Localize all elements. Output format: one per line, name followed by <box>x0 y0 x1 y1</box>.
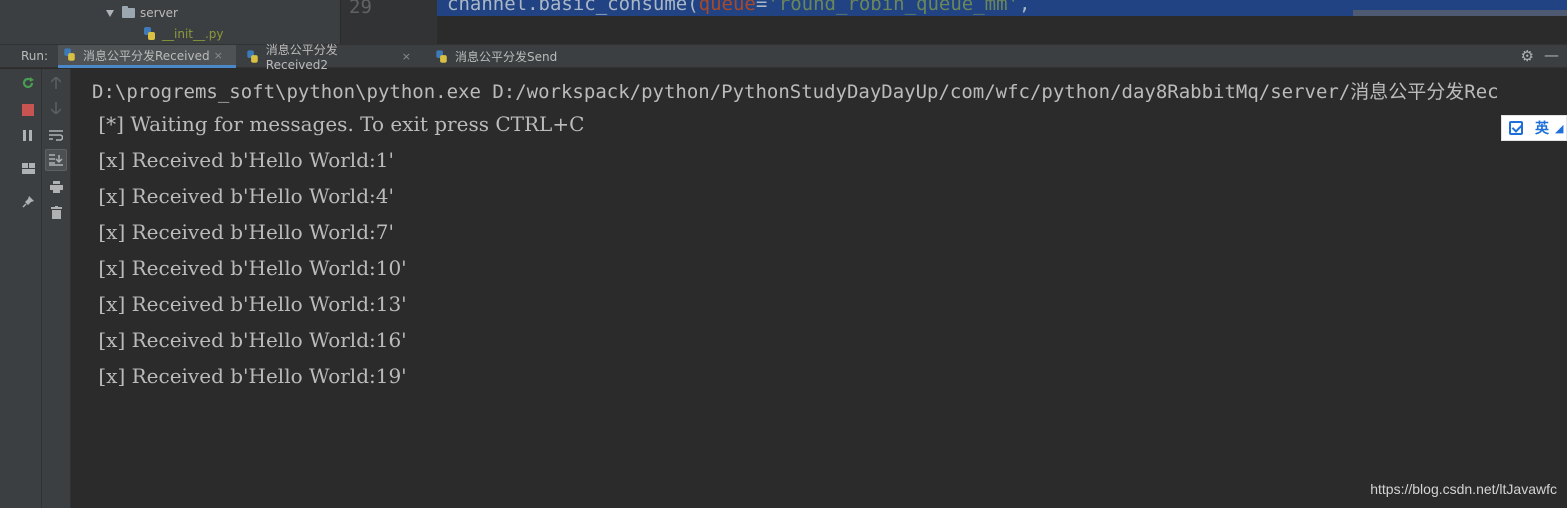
code-text: channel.basic_consume( <box>447 0 699 15</box>
watermark: https://blog.csdn.net/ltJavawfc <box>1370 481 1557 497</box>
console-line: [x] Received b'Hello World:7' <box>92 220 394 244</box>
code-text: , <box>1019 0 1031 15</box>
folder-icon <box>122 6 135 18</box>
soft-wrap-icon[interactable] <box>45 124 67 146</box>
stop-icon[interactable] <box>17 99 39 121</box>
checkbox-icon[interactable] <box>1509 121 1523 135</box>
tree-item-label: __init__.py <box>162 27 224 41</box>
console-line: [*] Waiting for messages. To exit press … <box>92 112 585 136</box>
tab-label: 消息公平分发Received2 <box>265 43 338 72</box>
console-line: [x] Received b'Hello World:16' <box>92 328 407 352</box>
ime-extra-icon[interactable]: ◢ <box>1555 122 1563 135</box>
editor-area: server __init__.py 29 channel.basic_cons… <box>0 0 1567 44</box>
close-icon[interactable]: × <box>402 50 411 63</box>
minimize-icon[interactable]: — <box>1544 46 1559 64</box>
code-keyword: queue <box>698 0 756 15</box>
rerun-icon[interactable] <box>17 72 39 94</box>
run-tool-window-header: Run: 消息公平分发Received × 消息公平分发Received2 × … <box>0 43 1567 72</box>
pin-icon[interactable] <box>17 190 39 212</box>
tree-item-label: server <box>140 6 178 20</box>
tab-label: 消息公平分发Received <box>83 48 210 63</box>
run-label: Run: <box>21 49 49 63</box>
console-output[interactable]: D:\progrems_soft\python\python.exe D:/wo… <box>72 69 1567 508</box>
console-line: [x] Received b'Hello World:13' <box>92 292 407 316</box>
code-string: 'round_robin_queue_mm' <box>767 0 1019 15</box>
ime-language-label[interactable]: 英 <box>1535 118 1549 138</box>
console-line: [x] Received b'Hello World:10' <box>92 256 407 280</box>
line-number: 29 <box>349 0 372 18</box>
chevron-down-icon[interactable] <box>106 9 114 17</box>
tab-label: 消息公平分发Send <box>455 50 558 64</box>
selection-marker <box>1353 10 1567 16</box>
close-icon[interactable]: × <box>214 49 223 62</box>
console-command-line: D:\progrems_soft\python\python.exe D:/wo… <box>92 81 1499 103</box>
tree-item-init-file[interactable]: __init__.py <box>144 24 224 44</box>
trash-icon[interactable] <box>45 201 67 223</box>
pause-icon[interactable] <box>17 124 39 146</box>
tree-item-server[interactable]: server <box>106 3 178 23</box>
print-icon[interactable] <box>45 176 67 198</box>
arrow-up-icon[interactable] <box>45 72 67 94</box>
tab-received[interactable]: 消息公平分发Received × <box>58 45 236 68</box>
project-tree: server __init__.py <box>0 0 340 44</box>
arrow-down-icon[interactable] <box>45 97 67 119</box>
console-line: [x] Received b'Hello World:1' <box>92 148 394 172</box>
console-toolbar <box>42 69 71 508</box>
python-file-icon <box>64 48 75 61</box>
scroll-to-end-icon[interactable] <box>45 149 67 171</box>
gear-icon[interactable]: ⚙ <box>1521 47 1534 65</box>
tab-send[interactable]: 消息公平分发Send <box>430 45 580 68</box>
python-file-icon <box>144 27 156 41</box>
ime-toolbar[interactable]: 英 ◢ <box>1501 115 1567 141</box>
layout-icon[interactable] <box>17 157 39 179</box>
console-line: [x] Received b'Hello World:4' <box>92 184 394 208</box>
code-editor[interactable]: channel.basic_consume(queue='round_robin… <box>437 0 1567 44</box>
code-text: = <box>755 0 768 15</box>
run-toolbar <box>0 69 42 508</box>
python-file-icon <box>436 49 447 63</box>
line-number-gutter: 29 <box>340 0 437 44</box>
python-file-icon <box>247 49 258 63</box>
tab-received2[interactable]: 消息公平分发Received2 × <box>241 43 417 72</box>
console-line: [x] Received b'Hello World:19' <box>92 364 407 388</box>
code-line[interactable]: channel.basic_consume(queue='round_robin… <box>447 0 1030 15</box>
